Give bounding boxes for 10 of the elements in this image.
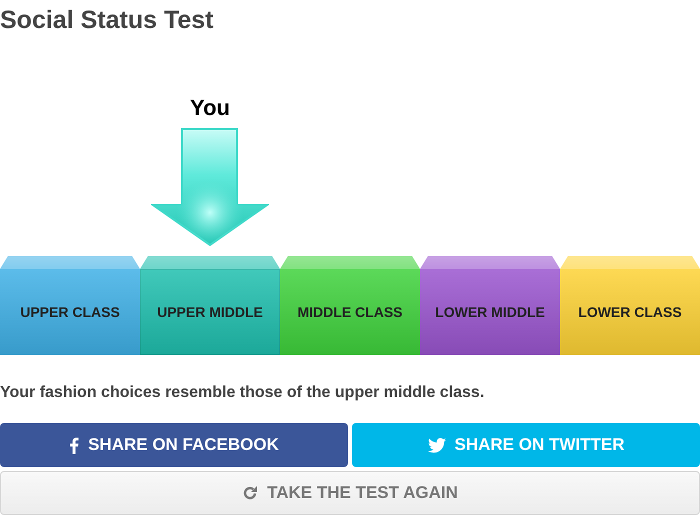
facebook-icon — [69, 436, 80, 454]
down-arrow-icon — [151, 128, 269, 246]
retry-button[interactable]: TAKE THE TEST AGAIN — [0, 471, 700, 515]
refresh-icon — [242, 485, 258, 501]
bird-icon — [428, 438, 446, 452]
share-twitter-button[interactable]: SHARE ON TWITTER — [352, 423, 700, 467]
page-title: Social Status Test — [0, 5, 214, 36]
share-facebook-button[interactable]: SHARE ON FACEBOOK — [0, 423, 348, 467]
you-label: You — [190, 94, 230, 122]
result-text: Your fashion choices resemble those of the upper middle class. — [0, 383, 486, 403]
